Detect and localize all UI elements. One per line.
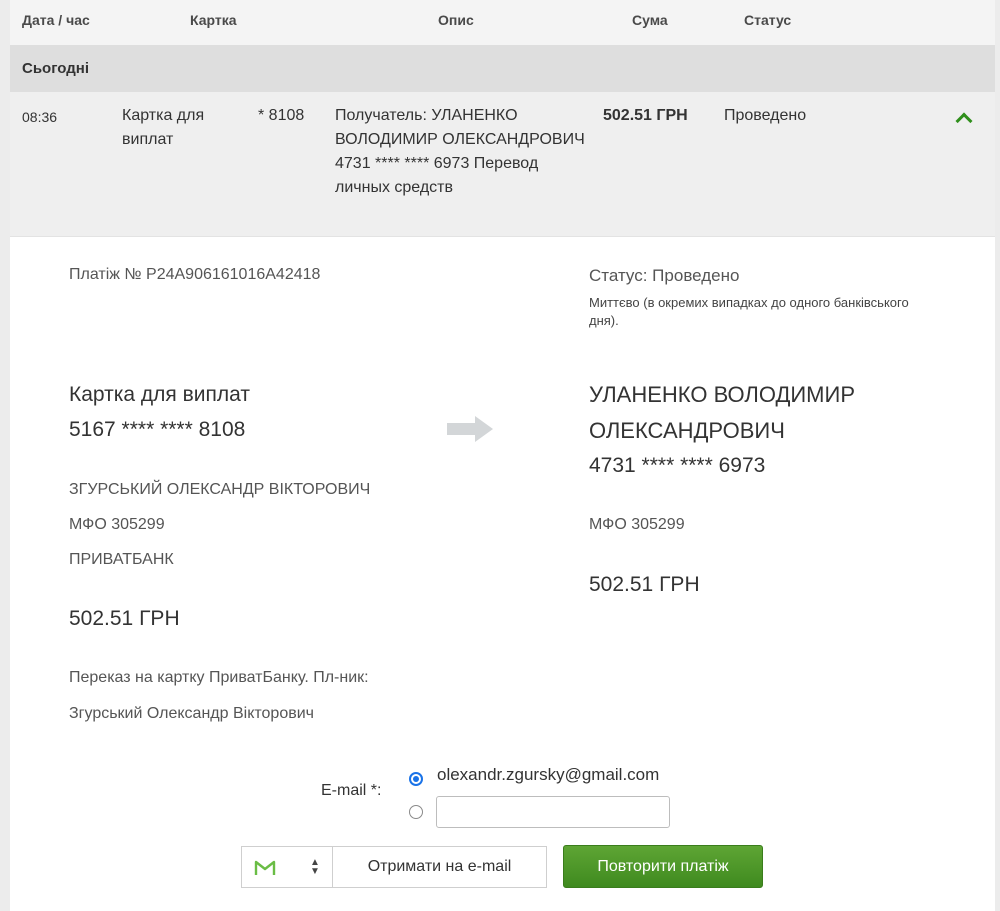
transaction-details: Платіж № P24A906161016A42418 Статус: Про… <box>10 236 995 911</box>
email-custom-input[interactable] <box>436 796 670 828</box>
date-group-label: Сьогодні <box>22 60 89 77</box>
transaction-description: Получатель: УЛАНЕНКО ВОЛОДИМИР ОЛЕКСАНДР… <box>335 107 585 196</box>
repeat-payment-button[interactable]: Повторити платіж <box>563 845 763 888</box>
email-label: E-mail *: <box>321 782 382 799</box>
receiver-mfo: МФО 305299 <box>589 516 685 533</box>
header-status: Статус <box>744 12 792 28</box>
sender-mfo: МФО 305299 <box>69 516 165 533</box>
receiver-name-line1: УЛАНЕНКО ВОЛОДИМИР <box>589 382 855 407</box>
sender-card-number: 5167 **** **** 8108 <box>69 418 246 441</box>
transaction-status: Проведено <box>724 107 807 124</box>
select-arrows-icon: ▲ ▼ <box>310 857 320 877</box>
sender-bank: ПРИВАТБАНК <box>69 551 174 568</box>
payment-status-note: Миттєво (в окремих випадках до одного ба… <box>589 295 909 328</box>
table-row[interactable]: 08:36 Картка для виплат * 8108 Получател… <box>10 92 995 237</box>
gmail-icon <box>254 860 276 875</box>
arrow-right-icon <box>447 416 493 442</box>
payment-number: Платіж № P24A906161016A42418 <box>69 266 321 283</box>
mail-service-select[interactable]: ▲ ▼ <box>241 846 333 888</box>
email-saved-radio[interactable] <box>409 772 423 786</box>
payment-status: Статус: Проведено <box>589 266 740 285</box>
transaction-amount: 502.51 ГРН <box>603 107 688 124</box>
sender-amount: 502.51 ГРН <box>69 607 180 630</box>
header-amount: Сума <box>632 12 668 28</box>
header-description: Опис <box>438 12 474 28</box>
email-custom-radio[interactable] <box>409 805 423 819</box>
receiver-card-number: 4731 **** **** 6973 <box>589 454 766 477</box>
header-card: Картка <box>190 12 237 28</box>
transactions-panel: Дата / час Картка Опис Сума Статус Сього… <box>10 0 995 911</box>
transaction-card-name: Картка для виплат <box>122 107 205 148</box>
payment-purpose-line1: Переказ на картку ПриватБанку. Пл-ник: <box>69 669 369 686</box>
transaction-time: 08:36 <box>22 109 58 125</box>
receiver-name-line2: ОЛЕКСАНДРОВИЧ <box>589 418 785 443</box>
sender-owner: ЗГУРСЬКИЙ ОЛЕКСАНДР ВІКТОРОВИЧ <box>69 481 371 498</box>
date-group-header: Сьогодні <box>10 45 995 92</box>
header-datetime: Дата / час <box>22 12 90 28</box>
sender-card-name: Картка для виплат <box>69 383 250 406</box>
send-to-email-button[interactable]: Отримати на e-mail <box>332 846 547 888</box>
email-saved-value[interactable]: olexandr.zgursky@gmail.com <box>437 765 659 785</box>
table-header: Дата / час Картка Опис Сума Статус <box>10 0 995 45</box>
transaction-card-mask: * 8108 <box>258 107 305 124</box>
chevron-up-icon[interactable] <box>952 106 976 126</box>
receiver-amount: 502.51 ГРН <box>589 573 700 596</box>
payment-purpose-line2: Згурський Олександр Вікторович <box>69 705 314 722</box>
